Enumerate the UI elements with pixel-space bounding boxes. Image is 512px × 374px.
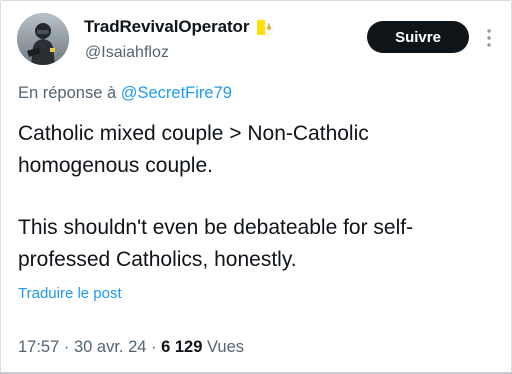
- views-label: Vues: [202, 338, 245, 356]
- reply-context: En réponse à @SecretFire79: [18, 84, 232, 103]
- tweet-paragraph: This shouldn't even be debateable for se…: [18, 216, 414, 271]
- translate-post-link[interactable]: Traduire le post: [18, 285, 122, 302]
- meta-separator: ·: [146, 338, 162, 356]
- more-vertical-icon[interactable]: [486, 28, 492, 48]
- follow-button[interactable]: Suivre: [367, 21, 469, 53]
- tweet-time[interactable]: 17:57: [18, 338, 59, 356]
- author-name-row: TradRevivalOperator: [84, 17, 274, 37]
- tweet-date[interactable]: 30 avr. 24: [74, 338, 146, 356]
- vatican-flag-icon: [257, 19, 274, 35]
- tweet-paragraph: Catholic mixed couple > Non-Catholic hom…: [18, 122, 369, 177]
- views-count[interactable]: 6 129: [161, 338, 202, 356]
- author-display-name[interactable]: TradRevivalOperator: [84, 17, 249, 37]
- tweet-meta: 17:57 · 30 avr. 24 · 6 129 Vues: [18, 338, 244, 357]
- reply-prefix: En réponse à: [18, 84, 121, 102]
- tweet-text: Catholic mixed couple > Non-Catholic hom…: [18, 118, 488, 275]
- reply-target-link[interactable]: @SecretFire79: [121, 84, 232, 102]
- author-handle[interactable]: @Isaiahfloz: [85, 44, 169, 62]
- avatar[interactable]: [17, 13, 69, 65]
- meta-separator: ·: [59, 338, 74, 356]
